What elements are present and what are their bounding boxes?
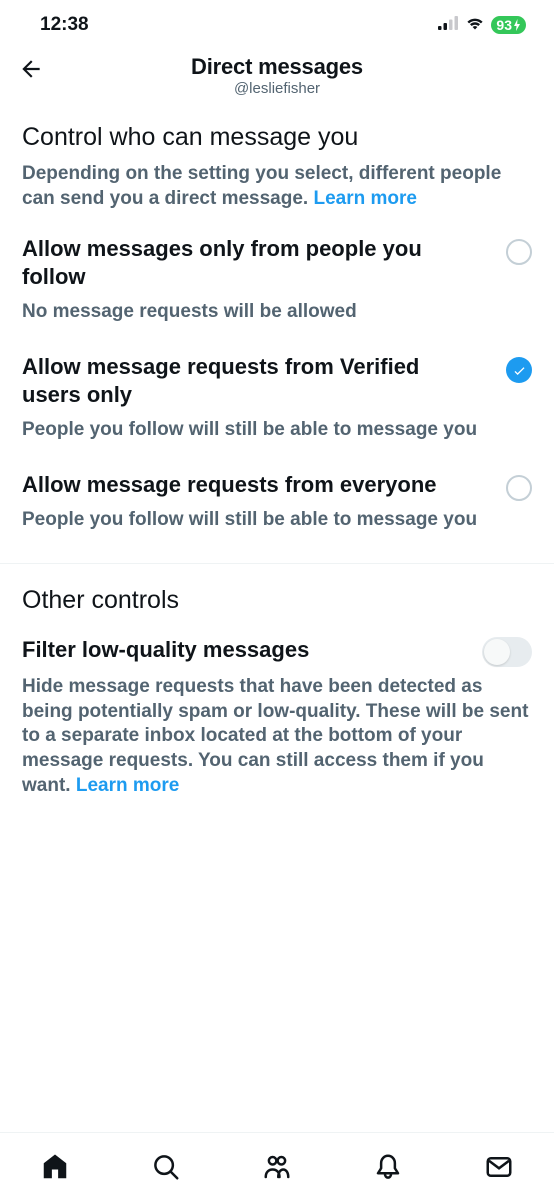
radio-checked[interactable] [506, 357, 532, 383]
section-heading-other: Other controls [0, 564, 554, 615]
option-title: Allow message requests from everyone [22, 471, 532, 499]
nav-search[interactable] [151, 1152, 181, 1182]
option-everyone[interactable]: Allow message requests from everyone Peo… [22, 447, 532, 537]
radio-unchecked[interactable] [506, 475, 532, 501]
section-heading: Control who can message you [22, 123, 532, 152]
battery-indicator: 93 [491, 16, 526, 34]
bottom-nav [0, 1132, 554, 1200]
battery-percent: 93 [496, 17, 512, 33]
wifi-icon [465, 14, 485, 36]
page-header: Direct messages @lesliefisher [0, 46, 554, 109]
status-bar: 12:38 93 [0, 0, 554, 46]
section-description: Depending on the setting you select, dif… [22, 163, 501, 209]
filter-low-quality-row: Filter low-quality messages [0, 615, 554, 663]
option-title: Allow message requests from Verified use… [22, 353, 532, 408]
learn-more-link[interactable]: Learn more [313, 188, 416, 209]
status-time: 12:38 [40, 14, 89, 36]
filter-toggle[interactable] [482, 637, 532, 667]
status-indicators: 93 [438, 14, 526, 36]
page-title: Direct messages [16, 54, 538, 80]
message-options-group: Allow messages only from people you foll… [0, 211, 554, 537]
option-follow-only[interactable]: Allow messages only from people you foll… [22, 211, 532, 329]
option-verified-only[interactable]: Allow message requests from Verified use… [22, 329, 532, 447]
option-title: Allow messages only from people you foll… [22, 235, 532, 290]
control-section: Control who can message you Depending on… [0, 109, 554, 211]
nav-home[interactable] [40, 1152, 70, 1182]
page-subtitle: @lesliefisher [16, 80, 538, 97]
cellular-icon [438, 14, 459, 36]
learn-more-link[interactable]: Learn more [76, 775, 179, 796]
option-description: People you follow will still be able to … [22, 508, 532, 533]
nav-messages[interactable] [484, 1152, 514, 1182]
nav-communities[interactable] [262, 1152, 292, 1182]
toggle-knob [484, 639, 510, 665]
back-button[interactable] [18, 56, 44, 87]
option-description: People you follow will still be able to … [22, 418, 532, 443]
nav-notifications[interactable] [373, 1152, 403, 1182]
filter-title: Filter low-quality messages [22, 637, 532, 663]
option-description: No message requests will be allowed [22, 300, 532, 325]
charging-icon [513, 19, 521, 31]
